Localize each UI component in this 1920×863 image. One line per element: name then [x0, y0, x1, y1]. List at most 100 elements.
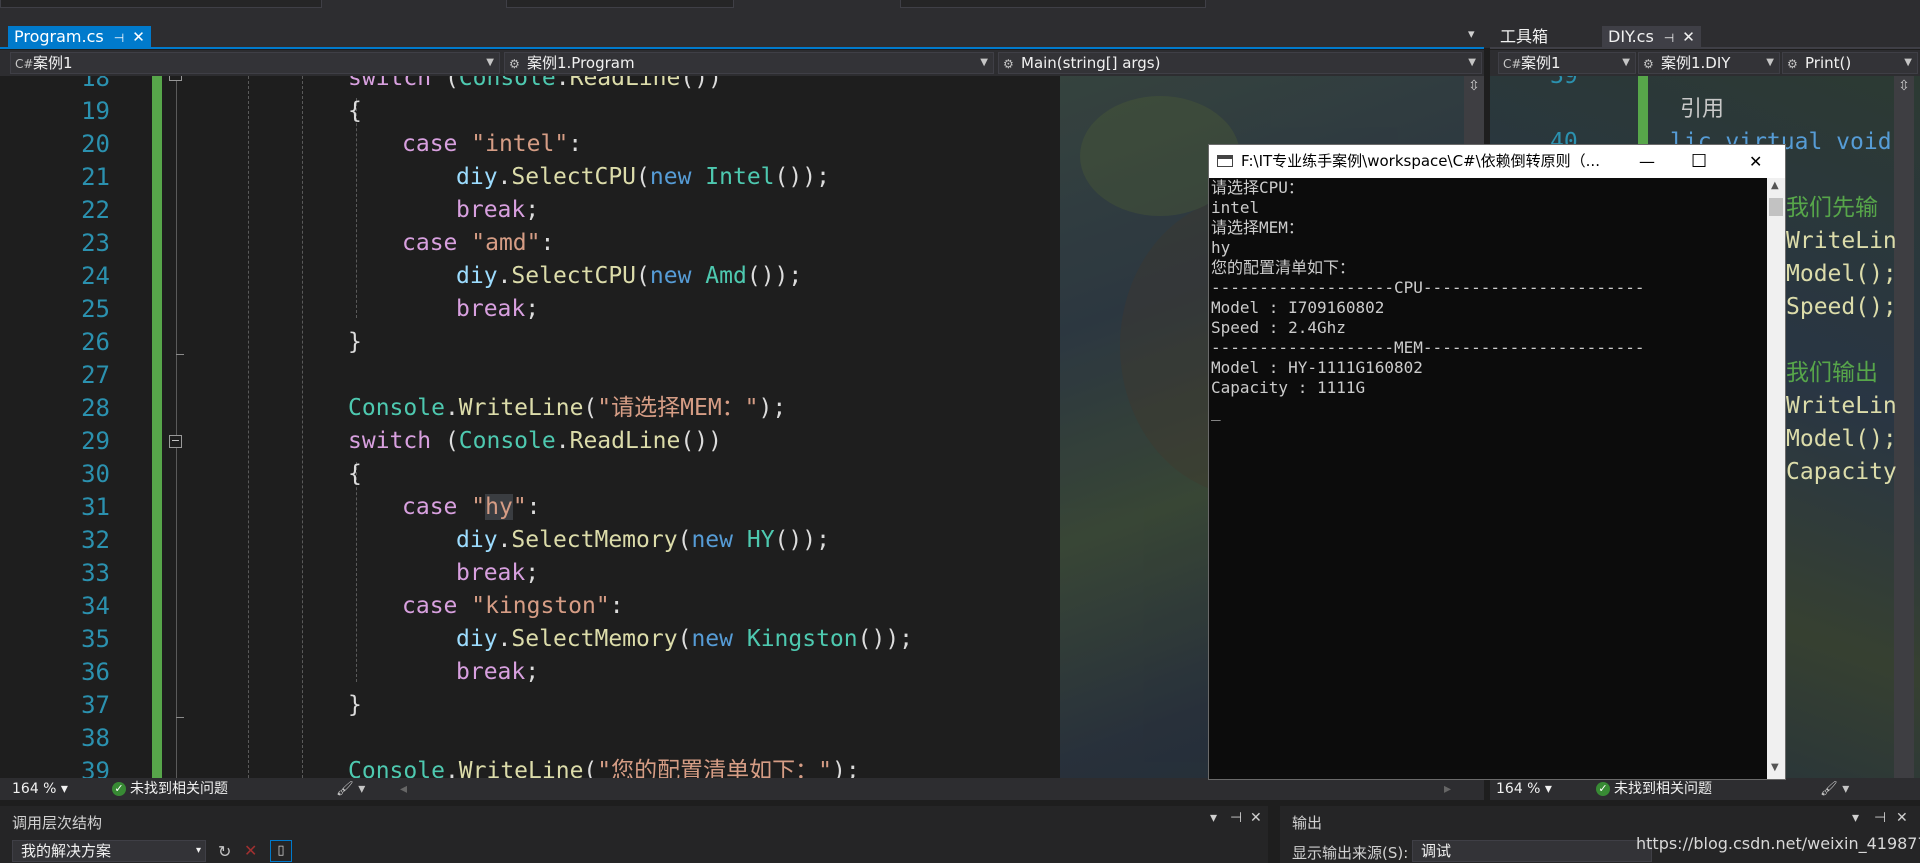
code-line[interactable]: 39 Console.WriteLine("您的配置清单如下："); [0, 755, 1060, 778]
code-text[interactable]: 我们输出 [1786, 357, 1878, 390]
code-text[interactable]: 引用 [1680, 93, 1724, 126]
code-text[interactable]: diy.SelectCPU(new Amd()); [456, 260, 802, 293]
console-window[interactable]: F:\IT专业练手案例\workspace\C#\依赖倒转原则（... — ☐ … [1208, 144, 1786, 780]
code-text[interactable]: break; [456, 557, 539, 590]
code-text[interactable]: switch (Console.ReadLine()) [348, 76, 722, 95]
project-dropdown[interactable]: C# 案例1 ▼ [1498, 52, 1636, 74]
code-line[interactable]: 32 diy.SelectMemory(new HY()); [0, 524, 1060, 557]
code-text[interactable]: Console.WriteLine("请选择MEM："); [348, 392, 786, 425]
code-line[interactable]: 20 case "intel": [0, 128, 1060, 161]
code-line[interactable]: 35 diy.SelectMemory(new Kingston()); [0, 623, 1060, 656]
code-text[interactable]: Model(); [1786, 423, 1897, 456]
scope-dropdown[interactable]: 我的解决方案 ▾ [12, 840, 206, 862]
code-text[interactable]: { [348, 458, 362, 491]
code-text[interactable]: diy.SelectMemory(new Kingston()); [456, 623, 913, 656]
pin-icon[interactable]: ⊣ [1874, 810, 1886, 826]
code-cleanup-icon[interactable]: 🖌 ▾ [1820, 778, 1849, 800]
pin-icon[interactable]: ⊣ [1664, 31, 1674, 45]
split-window-icon[interactable]: ⇳ [1894, 78, 1914, 96]
code-line[interactable]: 21 diy.SelectCPU(new Intel()); [0, 161, 1060, 194]
tab-toolbox[interactable]: 工具箱 [1494, 26, 1554, 48]
code-line[interactable]: 29 switch (Console.ReadLine()) [0, 425, 1060, 458]
code-text[interactable]: case "amd": [402, 227, 554, 260]
code-text[interactable]: break; [456, 194, 539, 227]
cancel-icon[interactable]: ✕ [244, 841, 257, 860]
collapse-icon[interactable]: − [169, 435, 182, 448]
code-text[interactable]: WriteLin [1786, 225, 1897, 258]
toolbar-combo-3[interactable] [900, 0, 1206, 8]
code-text[interactable]: case "intel": [402, 128, 582, 161]
code-line[interactable]: 24 diy.SelectCPU(new Amd()); [0, 260, 1060, 293]
code-text[interactable]: Model(); [1786, 258, 1897, 291]
zoom-dropdown[interactable]: 164 % ▾ [1496, 778, 1552, 800]
close-icon[interactable]: ✕ [1896, 810, 1908, 826]
tab-overflow-icon[interactable]: ▾ [1462, 24, 1481, 46]
panel-menu-icon[interactable]: ▾ [1210, 810, 1217, 826]
scroll-right-icon[interactable]: ▸ [1444, 778, 1451, 800]
code-text[interactable]: switch (Console.ReadLine()) [348, 425, 722, 458]
output-source-dropdown[interactable]: 调试 [1412, 840, 1652, 862]
member-dropdown[interactable]: ⚙ Print() ▼ [1782, 52, 1918, 74]
code-text[interactable]: break; [456, 293, 539, 326]
maximize-button[interactable]: ☐ [1691, 145, 1707, 178]
code-text[interactable]: break; [456, 656, 539, 689]
close-icon[interactable]: ✕ [1250, 810, 1262, 826]
code-line[interactable]: 27 [0, 359, 1060, 392]
code-cleanup-icon[interactable]: 🖌 ▾ [336, 778, 365, 800]
toggle-details-icon[interactable]: ▯ [270, 840, 292, 862]
code-line[interactable]: 31 case "hy": [0, 491, 1060, 524]
code-line[interactable]: 36 break; [0, 656, 1060, 689]
close-icon[interactable]: ✕ [1682, 28, 1695, 46]
pin-icon[interactable]: ⊣ [114, 31, 124, 45]
scroll-down-icon[interactable]: ▼ [1771, 762, 1779, 773]
code-text[interactable]: { [348, 95, 362, 128]
code-text[interactable]: } [348, 689, 362, 722]
code-text[interactable]: diy.SelectMemory(new HY()); [456, 524, 830, 557]
project-dropdown[interactable]: C# 案例1 ▼ [10, 52, 500, 74]
code-text[interactable]: case "hy": [402, 491, 541, 524]
code-line[interactable]: 28 Console.WriteLine("请选择MEM："); [0, 392, 1060, 425]
code-line[interactable]: 19 { [0, 95, 1060, 128]
code-line[interactable]: 23 case "amd": [0, 227, 1060, 260]
class-dropdown[interactable]: ⚙ 案例1.Program ▼ [504, 52, 994, 74]
code-line[interactable]: 30 { [0, 458, 1060, 491]
panel-menu-icon[interactable]: ▾ [1852, 810, 1859, 826]
code-text[interactable]: } [348, 326, 362, 359]
split-window-icon[interactable]: ⇳ [1464, 78, 1484, 96]
code-line[interactable]: 38 [0, 722, 1060, 755]
issues-indicator[interactable]: ✓ 未找到相关问题 [112, 778, 228, 800]
close-icon[interactable]: ✕ [132, 28, 145, 46]
minimize-button[interactable]: — [1639, 145, 1655, 178]
code-text[interactable]: diy.SelectCPU(new Intel()); [456, 161, 830, 194]
scroll-thumb[interactable] [1769, 198, 1783, 216]
scroll-up-icon[interactable]: ▲ [1771, 180, 1779, 191]
code-line[interactable]: 22 break; [0, 194, 1060, 227]
pin-icon[interactable]: ⊣ [1230, 810, 1242, 826]
code-text[interactable]: Speed(); [1786, 291, 1897, 324]
refresh-icon[interactable]: ↻ [218, 842, 231, 861]
code-line[interactable]: 34 case "kingston": [0, 590, 1060, 623]
toolbar-combo-1[interactable] [0, 0, 322, 8]
code-text[interactable]: 我们先输 [1786, 192, 1878, 225]
close-button[interactable]: ✕ [1749, 145, 1762, 178]
console-scrollbar[interactable]: ▲ ▼ [1767, 178, 1785, 779]
scroll-left-icon[interactable]: ◂ [400, 778, 407, 800]
console-title-bar[interactable]: F:\IT专业练手案例\workspace\C#\依赖倒转原则（... — ☐ … [1209, 145, 1785, 178]
code-line[interactable]: 33 break; [0, 557, 1060, 590]
issues-indicator[interactable]: ✓ 未找到相关问题 [1596, 778, 1712, 800]
collapse-icon[interactable]: − [169, 76, 182, 81]
code-text[interactable]: Capacity [1786, 456, 1897, 489]
code-text[interactable]: WriteLin [1786, 390, 1897, 423]
code-text[interactable]: case "kingston": [402, 590, 624, 623]
editor-scrollbar[interactable] [1894, 76, 1914, 778]
tab-program-cs[interactable]: Program.cs ⊣ ✕ [8, 26, 151, 48]
code-line[interactable]: 37} [0, 689, 1060, 722]
class-dropdown[interactable]: ⚙ 案例1.DIY ▼ [1638, 52, 1780, 74]
code-line[interactable]: 18 switch (Console.ReadLine()) [0, 76, 1060, 95]
member-dropdown[interactable]: ⚙ Main(string[] args) ▼ [998, 52, 1482, 74]
code-text[interactable]: Console.WriteLine("您的配置清单如下："); [348, 755, 860, 778]
zoom-dropdown[interactable]: 164 % ▾ [12, 778, 68, 800]
tab-diy-cs[interactable]: DIY.cs ⊣ ✕ [1602, 26, 1701, 48]
code-line[interactable]: 26} [0, 326, 1060, 359]
code-line[interactable]: 25 break; [0, 293, 1060, 326]
